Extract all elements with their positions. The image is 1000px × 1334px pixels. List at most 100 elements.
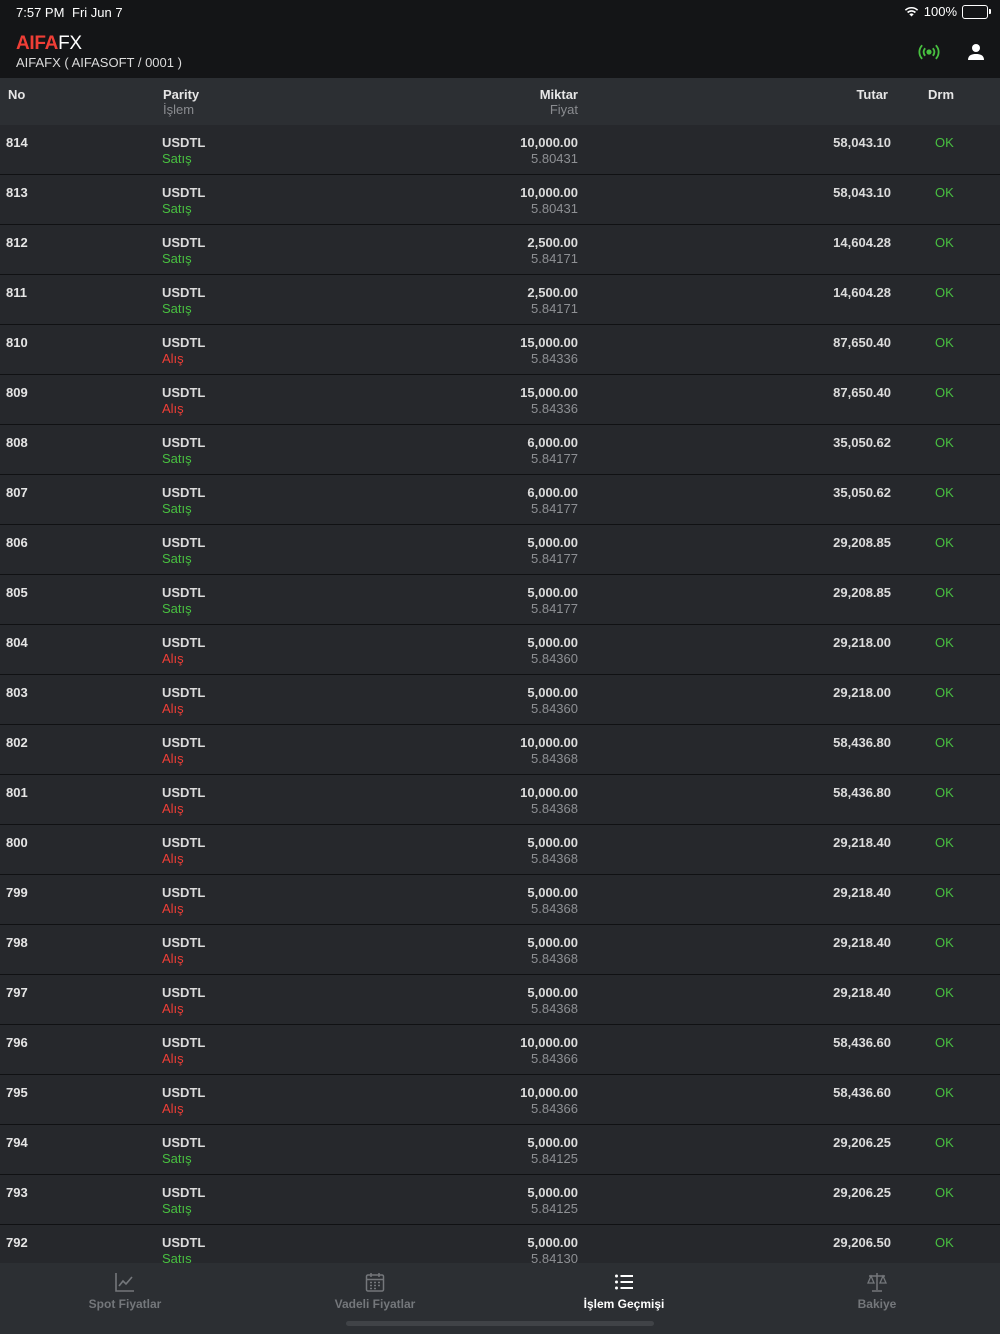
trade-price: 5.84366 bbox=[531, 1051, 578, 1066]
table-row[interactable]: 797 USDTL Alış 5,000.00 5.84368 29,218.40 OK bbox=[0, 975, 1000, 1025]
app-header: AIFAFX AIFAFX ( AIFASOFT / 0001 ) bbox=[0, 24, 1000, 78]
home-indicator[interactable] bbox=[346, 1321, 654, 1326]
trade-parity: USDTL bbox=[162, 185, 206, 200]
table-row[interactable]: 798 USDTL Alış 5,000.00 5.84368 29,218.40 OK bbox=[0, 925, 1000, 975]
trade-price: 5.84130 bbox=[531, 1251, 578, 1263]
account-subtitle: AIFAFX ( AIFASOFT / 0001 ) bbox=[16, 55, 182, 70]
trade-amount: 10,000.00 bbox=[520, 185, 578, 200]
tab-spot-fiyatlar[interactable]: Spot Fiyatlar bbox=[50, 1263, 200, 1319]
trade-status: OK bbox=[935, 285, 954, 300]
table-row[interactable]: 806 USDTL Satış 5,000.00 5.84177 29,208.85 OK bbox=[0, 525, 1000, 575]
trade-total: 58,043.10 bbox=[833, 185, 891, 200]
trade-number: 802 bbox=[6, 735, 28, 750]
trade-amount: 5,000.00 bbox=[527, 1185, 578, 1200]
trade-number: 793 bbox=[6, 1185, 28, 1200]
tab-vadeli-fiyatlar[interactable]: Vadeli Fiyatlar bbox=[300, 1263, 450, 1319]
status-time: 7:57 PM bbox=[16, 5, 65, 20]
trade-amount: 10,000.00 bbox=[520, 785, 578, 800]
trade-parity: USDTL bbox=[162, 785, 206, 800]
trade-side: Alış bbox=[162, 1051, 184, 1066]
trade-side: Satış bbox=[162, 1151, 192, 1166]
trade-side: Satış bbox=[162, 551, 192, 566]
table-row[interactable]: 801 USDTL Alış 10,000.00 5.84368 58,436.80 OK bbox=[0, 775, 1000, 825]
trade-amount: 15,000.00 bbox=[520, 335, 578, 350]
table-row[interactable]: 813 USDTL Satış 10,000.00 5.80431 58,043.10 OK bbox=[0, 175, 1000, 225]
connection-signal-icon[interactable] bbox=[917, 40, 941, 64]
trade-price: 5.84177 bbox=[531, 551, 578, 566]
table-row[interactable]: 809 USDTL Alış 15,000.00 5.84336 87,650.40 OK bbox=[0, 375, 1000, 425]
trade-side: Alış bbox=[162, 851, 184, 866]
table-row[interactable]: 814 USDTL Satış 10,000.00 5.80431 58,043.10 OK bbox=[0, 125, 1000, 175]
trade-total: 29,218.00 bbox=[833, 635, 891, 650]
trade-price: 5.84177 bbox=[531, 451, 578, 466]
trade-number: 813 bbox=[6, 185, 28, 200]
trade-amount: 6,000.00 bbox=[527, 485, 578, 500]
table-row[interactable]: 796 USDTL Alış 10,000.00 5.84366 58,436.60 OK bbox=[0, 1025, 1000, 1075]
trade-number: 812 bbox=[6, 235, 28, 250]
trade-amount: 5,000.00 bbox=[527, 885, 578, 900]
col-islem: İşlem bbox=[163, 102, 195, 117]
trade-price: 5.84336 bbox=[531, 401, 578, 416]
trade-number: 803 bbox=[6, 685, 28, 700]
trade-price: 5.84336 bbox=[531, 351, 578, 366]
trade-number: 810 bbox=[6, 335, 28, 350]
trade-status: OK bbox=[935, 385, 954, 400]
trade-amount: 5,000.00 bbox=[527, 985, 578, 1000]
trade-history-list[interactable]: 814 USDTL Satış 10,000.00 5.80431 58,043.10 OK… bbox=[0, 125, 1000, 1263]
table-row[interactable]: 802 USDTL Alış 10,000.00 5.84368 58,436.80 OK bbox=[0, 725, 1000, 775]
trade-status: OK bbox=[935, 485, 954, 500]
table-row[interactable]: 808 USDTL Satış 6,000.00 5.84177 35,050.62 OK bbox=[0, 425, 1000, 475]
trade-total: 29,218.40 bbox=[833, 835, 891, 850]
trade-status: OK bbox=[935, 1235, 954, 1250]
trade-parity: USDTL bbox=[162, 1135, 206, 1150]
table-row[interactable]: 812 USDTL Satış 2,500.00 5.84171 14,604.28 OK bbox=[0, 225, 1000, 275]
table-row[interactable]: 792 USDTL Satış 5,000.00 5.84130 29,206.50 OK bbox=[0, 1225, 1000, 1263]
trade-price: 5.84368 bbox=[531, 751, 578, 766]
table-row[interactable]: 805 USDTL Satış 5,000.00 5.84177 29,208.85 OK bbox=[0, 575, 1000, 625]
table-row[interactable]: 803 USDTL Alış 5,000.00 5.84360 29,218.00 OK bbox=[0, 675, 1000, 725]
trade-total: 29,206.50 bbox=[833, 1235, 891, 1250]
trade-parity: USDTL bbox=[162, 235, 206, 250]
trade-number: 807 bbox=[6, 485, 28, 500]
trade-total: 58,436.60 bbox=[833, 1035, 891, 1050]
trade-price: 5.84360 bbox=[531, 701, 578, 716]
trade-status: OK bbox=[935, 1085, 954, 1100]
table-row[interactable]: 800 USDTL Alış 5,000.00 5.84368 29,218.40 OK bbox=[0, 825, 1000, 875]
trade-amount: 5,000.00 bbox=[527, 1235, 578, 1250]
trade-status: OK bbox=[935, 535, 954, 550]
table-header: No Parity İşlem Miktar Fiyat Tutar Drm bbox=[0, 78, 1000, 125]
table-row[interactable]: 799 USDTL Alış 5,000.00 5.84368 29,218.40 OK bbox=[0, 875, 1000, 925]
trade-price: 5.84366 bbox=[531, 1101, 578, 1116]
trade-side: Satış bbox=[162, 501, 192, 516]
user-icon[interactable] bbox=[964, 40, 988, 64]
trade-total: 87,650.40 bbox=[833, 385, 891, 400]
tab-islem-gecmisi[interactable]: İşlem Geçmişi bbox=[549, 1263, 699, 1319]
table-row[interactable]: 804 USDTL Alış 5,000.00 5.84360 29,218.00 OK bbox=[0, 625, 1000, 675]
table-row[interactable]: 795 USDTL Alış 10,000.00 5.84366 58,436.60 OK bbox=[0, 1075, 1000, 1125]
trade-total: 87,650.40 bbox=[833, 335, 891, 350]
trade-number: 811 bbox=[6, 285, 27, 300]
trade-price: 5.84171 bbox=[531, 301, 578, 316]
trade-status: OK bbox=[935, 235, 954, 250]
table-row[interactable]: 810 USDTL Alış 15,000.00 5.84336 87,650.40 OK bbox=[0, 325, 1000, 375]
trade-total: 29,208.85 bbox=[833, 585, 891, 600]
trade-parity: USDTL bbox=[162, 385, 206, 400]
trade-number: 796 bbox=[6, 1035, 28, 1050]
trade-number: 800 bbox=[6, 835, 28, 850]
table-row[interactable]: 793 USDTL Satış 5,000.00 5.84125 29,206.25 OK bbox=[0, 1175, 1000, 1225]
table-row[interactable]: 811 USDTL Satış 2,500.00 5.84171 14,604.28 OK bbox=[0, 275, 1000, 325]
trade-total: 29,218.00 bbox=[833, 685, 891, 700]
brand-logo: AIFAFX bbox=[16, 33, 82, 54]
trade-parity: USDTL bbox=[162, 1185, 206, 1200]
trade-price: 5.84368 bbox=[531, 851, 578, 866]
trade-price: 5.80431 bbox=[531, 201, 578, 216]
table-row[interactable]: 807 USDTL Satış 6,000.00 5.84177 35,050.62 OK bbox=[0, 475, 1000, 525]
table-row[interactable]: 794 USDTL Satış 5,000.00 5.84125 29,206.25 OK bbox=[0, 1125, 1000, 1175]
col-fiyat: Fiyat bbox=[549, 102, 578, 117]
trade-price: 5.84368 bbox=[531, 901, 578, 916]
trade-parity: USDTL bbox=[162, 1035, 206, 1050]
trade-status: OK bbox=[935, 785, 954, 800]
trade-side: Alış bbox=[162, 751, 184, 766]
trade-number: 797 bbox=[6, 985, 28, 1000]
tab-bakiye[interactable]: Bakiye bbox=[802, 1263, 952, 1319]
